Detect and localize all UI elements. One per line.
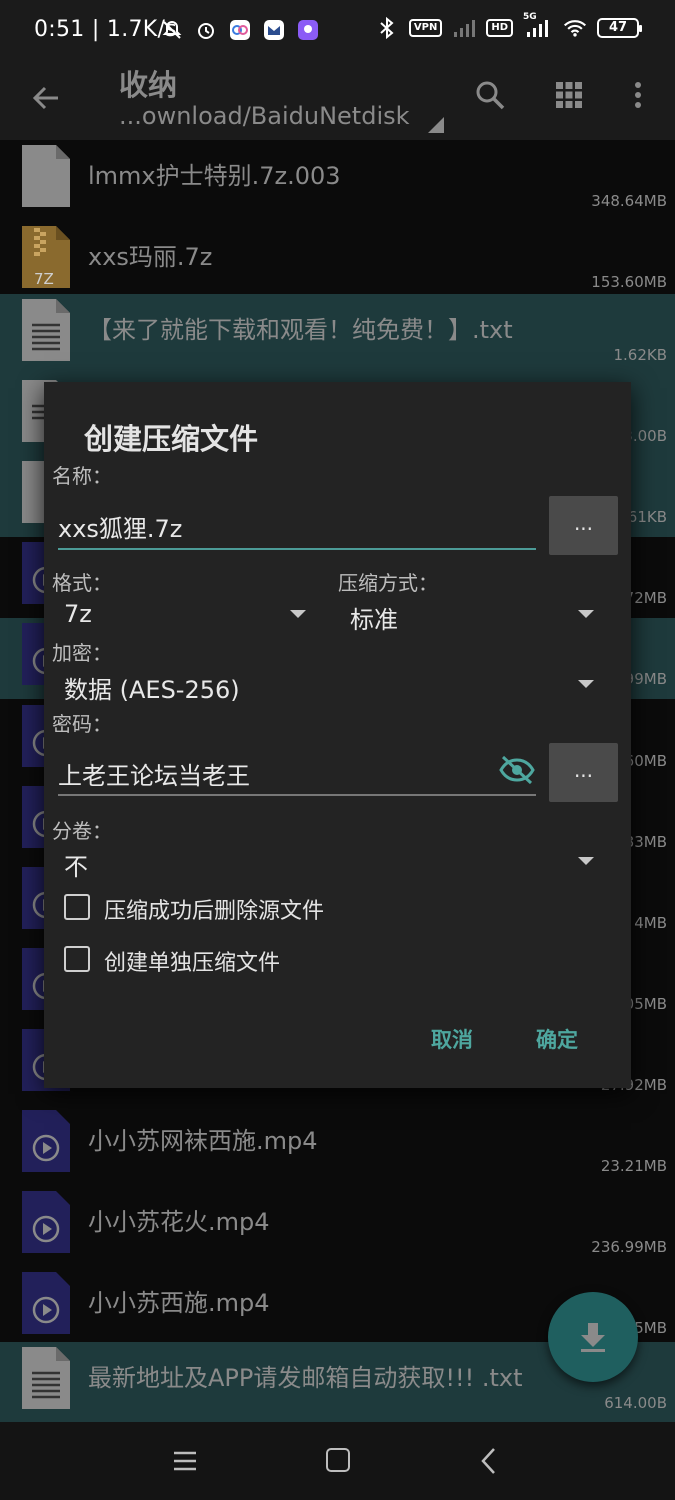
bluetooth-icon bbox=[375, 16, 399, 40]
file-size: 83MB bbox=[624, 833, 667, 851]
separate-archive-label: 创建单独压缩文件 bbox=[104, 951, 281, 976]
file-icon bbox=[20, 143, 72, 209]
file-name: 【来了就能下载和观看！纯免费！】.txt bbox=[88, 316, 513, 344]
signal-weak-icon bbox=[452, 16, 476, 40]
eye-off-icon[interactable] bbox=[498, 754, 536, 786]
file-size: 99MB bbox=[624, 670, 667, 688]
file-size: 72MB bbox=[624, 589, 667, 607]
archive-7z-icon: 7Z bbox=[20, 224, 72, 290]
format-dropdown-icon[interactable] bbox=[290, 610, 306, 618]
home-button-icon[interactable] bbox=[326, 1448, 350, 1472]
recents-menu-icon[interactable] bbox=[172, 1448, 198, 1474]
file-name: xxs玛丽.7z bbox=[88, 243, 213, 271]
download-icon bbox=[581, 1323, 605, 1352]
more-options-icon[interactable] bbox=[628, 80, 648, 110]
password-input-underline bbox=[58, 794, 536, 796]
file-size: 236.99MB bbox=[591, 1238, 667, 1256]
mail-app-icon bbox=[262, 18, 286, 42]
file-size: 05MB bbox=[624, 995, 667, 1013]
file-row[interactable]: 小小苏网袜西施.mp4 23.21MB bbox=[0, 1105, 675, 1186]
file-row[interactable]: 【来了就能下载和观看！纯免费！】.txt 1.62KB bbox=[0, 294, 675, 375]
file-name: 小小苏花火.mp4 bbox=[88, 1208, 270, 1236]
format-label: 格式： bbox=[52, 571, 112, 595]
nav-back-icon[interactable] bbox=[478, 1446, 500, 1476]
file-size: 60MB bbox=[624, 752, 667, 770]
video-file-icon bbox=[20, 1189, 72, 1255]
dialog-title: 创建压缩文件 bbox=[84, 422, 259, 456]
wifi-icon bbox=[563, 16, 587, 40]
battery-indicator: 47 bbox=[597, 18, 642, 38]
text-file-icon bbox=[20, 297, 72, 363]
method-dropdown-icon[interactable] bbox=[578, 610, 594, 618]
cancel-button[interactable]: 取消 bbox=[431, 1024, 473, 1054]
delete-source-label: 压缩成功后删除源文件 bbox=[104, 899, 325, 924]
file-row[interactable]: 小小苏花火.mp4 236.99MB bbox=[0, 1186, 675, 1267]
name-input-underline bbox=[58, 548, 536, 550]
password-label: 密码： bbox=[52, 712, 112, 736]
file-row[interactable]: lmmx护士特别.7z.003 348.64MB bbox=[0, 140, 675, 221]
mute-bell-icon bbox=[160, 18, 184, 42]
split-dropdown-icon[interactable] bbox=[578, 857, 594, 865]
file-size: 5MB bbox=[634, 1319, 667, 1337]
archive-name-input[interactable]: xxs狐狸.7z bbox=[58, 509, 182, 544]
browse-path-button[interactable]: ... bbox=[549, 496, 618, 555]
file-size: 153.60MB bbox=[591, 273, 667, 291]
file-size: 4MB bbox=[634, 914, 667, 932]
video-file-icon bbox=[20, 1270, 72, 1336]
current-path[interactable]: ...ownload/BaiduNetdisk bbox=[119, 102, 410, 130]
signal-5g-icon: 5G bbox=[523, 12, 553, 38]
system-nav-bar bbox=[0, 1422, 675, 1500]
file-size: 614.00B bbox=[604, 1394, 667, 1412]
create-archive-dialog: 创建压缩文件 名称： xxs狐狸.7z ... 格式： 7z 压缩方式： 标准 … bbox=[44, 382, 631, 1088]
encryption-select[interactable]: 数据 (AES-256) bbox=[64, 670, 240, 705]
app-icon-blue bbox=[228, 18, 252, 42]
password-more-button[interactable]: ... bbox=[549, 743, 618, 802]
app-toolbar: 收纳 ...ownload/BaiduNetdisk bbox=[0, 62, 675, 140]
file-name: 小小苏网袜西施.mp4 bbox=[88, 1127, 318, 1155]
app-icon-purple bbox=[296, 18, 320, 42]
vpn-badge: VPN bbox=[408, 19, 443, 37]
status-notification-icons bbox=[160, 18, 320, 42]
status-time-speed: 0:51 | 1.7K/s bbox=[34, 17, 177, 42]
file-size: 1.62KB bbox=[613, 346, 667, 364]
signal-5g-label: 5G bbox=[523, 12, 537, 22]
compression-method-select[interactable]: 标准 bbox=[350, 600, 398, 635]
name-label: 名称： bbox=[52, 464, 112, 488]
file-name: lmmx护士特别.7z.003 bbox=[88, 162, 341, 190]
file-row[interactable]: 7Z xxs玛丽.7z 153.60MB bbox=[0, 221, 675, 302]
search-icon[interactable] bbox=[473, 78, 507, 112]
compression-method-label: 压缩方式： bbox=[338, 571, 438, 595]
split-select[interactable]: 不 bbox=[64, 847, 88, 882]
format-select[interactable]: 7z bbox=[64, 600, 92, 628]
password-input[interactable]: 上老王论坛当老王 bbox=[58, 756, 250, 791]
delete-source-checkbox[interactable] bbox=[64, 894, 90, 920]
encryption-label: 加密： bbox=[52, 641, 112, 665]
file-size: 23.21MB bbox=[600, 1157, 667, 1175]
page-title: 收纳 bbox=[119, 68, 178, 102]
file-name: 最新地址及APP请发邮箱自动获取!!! .txt bbox=[88, 1364, 523, 1392]
status-bar: 0:51 | 1.7K/s VPN HD 5G 47 bbox=[0, 0, 675, 62]
svg-text:7Z: 7Z bbox=[34, 270, 54, 288]
path-dropdown-icon[interactable] bbox=[428, 117, 444, 133]
file-name: 小小苏西施.mp4 bbox=[88, 1289, 270, 1317]
ok-button[interactable]: 确定 bbox=[536, 1024, 578, 1054]
text-file-icon bbox=[20, 1345, 72, 1411]
video-file-icon bbox=[20, 1108, 72, 1174]
grid-view-icon[interactable] bbox=[554, 80, 584, 110]
hd-badge: HD bbox=[486, 19, 513, 37]
separate-archive-checkbox[interactable] bbox=[64, 946, 90, 972]
file-size: 348.64MB bbox=[591, 192, 667, 210]
back-arrow-icon[interactable] bbox=[28, 80, 64, 116]
alarm-icon bbox=[194, 18, 218, 42]
file-size: 61KB bbox=[627, 508, 667, 526]
split-label: 分卷： bbox=[52, 819, 112, 843]
download-fab[interactable] bbox=[548, 1292, 638, 1382]
status-system-icons: VPN HD 5G 47 bbox=[375, 12, 642, 40]
encryption-dropdown-icon[interactable] bbox=[578, 680, 594, 688]
